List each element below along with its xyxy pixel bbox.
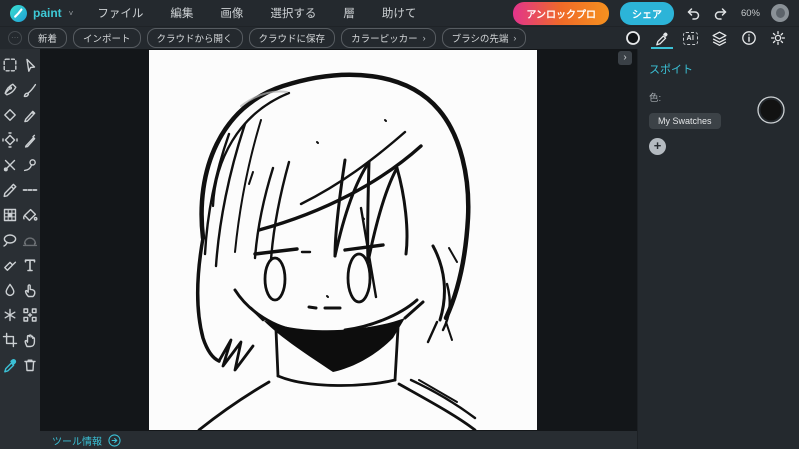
- current-color-swatch[interactable]: [756, 95, 786, 125]
- pill-label: クラウドに保存: [258, 34, 326, 45]
- menu-edit[interactable]: 編集: [170, 5, 193, 21]
- brush-tool[interactable]: [20, 80, 40, 100]
- app-title: paint: [33, 6, 62, 20]
- marquee-select-tool[interactable]: [0, 55, 20, 75]
- undo-icon[interactable]: [685, 5, 702, 22]
- menubar: ファイル 編集 画像 選択する 層 助けて: [97, 5, 416, 21]
- eraser-tool[interactable]: [0, 105, 20, 125]
- color-label: 色:: [649, 93, 662, 104]
- arrange-grid-tool[interactable]: [20, 305, 40, 325]
- quick-action-bar: ⋯ 新着 インポート クラウドから開く クラウドに保存 カラーピッカー › ブラシ…: [0, 27, 799, 49]
- ai-tools-icon[interactable]: AI: [683, 27, 698, 49]
- my-swatches-button[interactable]: My Swatches: [649, 113, 721, 129]
- info-icon[interactable]: [741, 27, 757, 49]
- redo-icon[interactable]: [713, 5, 730, 22]
- pill-label: インポート: [83, 34, 131, 45]
- import-button[interactable]: インポート: [73, 28, 141, 48]
- layers-icon[interactable]: [711, 27, 728, 49]
- eyedropper-panel: スポイト 色: My Swatches +: [637, 49, 799, 449]
- more-actions-icon[interactable]: ⋯: [8, 31, 22, 45]
- add-swatch-button[interactable]: +: [649, 138, 666, 155]
- panel-collapse-chevron-icon[interactable]: ›: [618, 51, 632, 65]
- hand-tool[interactable]: [20, 330, 40, 350]
- share-button[interactable]: シェア: [619, 1, 674, 25]
- user-avatar[interactable]: [771, 4, 789, 22]
- arrow-select-tool[interactable]: [20, 55, 40, 75]
- transform-select-tool[interactable]: [0, 130, 20, 150]
- save-to-cloud-button[interactable]: クラウドに保存: [248, 28, 336, 48]
- workspace: › ツール情報 スポイト 色: My Swatches +: [0, 49, 799, 449]
- color-picker-button[interactable]: カラーピッカー ›: [341, 28, 436, 48]
- top-menu-bar: paint ˅ ファイル 編集 画像 選択する 層 助けて アンロックプロ シェ…: [0, 0, 799, 27]
- menu-file[interactable]: ファイル: [97, 5, 143, 21]
- canvas-area[interactable]: › ツール情報: [40, 49, 637, 449]
- panel-icon-row: AI: [625, 27, 791, 49]
- sketch-artwork: [195, 72, 477, 432]
- dome-tool[interactable]: [20, 230, 40, 250]
- open-from-cloud-button[interactable]: クラウドから開く: [146, 28, 243, 48]
- panel-controls: 色: My Swatches +: [649, 90, 721, 155]
- tool-info-arrow-icon[interactable]: [108, 433, 121, 447]
- ai-label: AI: [683, 31, 698, 45]
- status-bar: ツール情報: [40, 431, 637, 449]
- current-color-icon[interactable]: [625, 27, 641, 49]
- settings-gear-icon[interactable]: [770, 27, 786, 49]
- cut-tool[interactable]: [0, 155, 20, 175]
- eraser-stick-tool[interactable]: [0, 255, 20, 275]
- chevron-right-icon: ›: [422, 33, 426, 43]
- pill-label: カラーピッカー: [351, 34, 418, 45]
- new-button[interactable]: 新着: [28, 28, 68, 48]
- pen-tool[interactable]: [0, 80, 20, 100]
- tool-info-label[interactable]: ツール情報: [52, 433, 102, 448]
- panel-title: スポイト: [649, 64, 693, 76]
- app-logo[interactable]: paint ˅: [10, 4, 74, 22]
- menu-layer[interactable]: 層: [343, 5, 355, 21]
- panel-content: 色: My Swatches +: [649, 90, 788, 155]
- pill-label: 新着: [38, 34, 58, 45]
- fill-bucket-tool[interactable]: [20, 205, 40, 225]
- header-actions: アンロックプロ シェア 60%: [513, 1, 789, 25]
- pill-label: ブラシの先端: [451, 34, 509, 45]
- avatar-glyph: [776, 8, 785, 18]
- trash-tool[interactable]: [20, 355, 40, 375]
- pencil-tool[interactable]: [20, 105, 40, 125]
- menu-image[interactable]: 画像: [220, 5, 243, 21]
- unlock-pro-button[interactable]: アンロックプロ: [513, 1, 609, 25]
- marker-tool[interactable]: [0, 180, 20, 200]
- blur-drop-tool[interactable]: [0, 280, 20, 300]
- eyedropper-panel-icon[interactable]: [651, 27, 673, 49]
- smudge-finger-tool[interactable]: [20, 280, 40, 300]
- canvas[interactable]: [149, 50, 537, 432]
- menu-select[interactable]: 選択する: [270, 5, 316, 21]
- paint-logo-icon: [10, 4, 27, 22]
- ink-dab-tool[interactable]: [20, 155, 40, 175]
- chevron-right-icon: ›: [513, 33, 517, 43]
- text-tool[interactable]: [20, 255, 40, 275]
- chevron-down-icon: ˅: [68, 8, 74, 18]
- zoom-level[interactable]: 60%: [741, 8, 760, 19]
- left-toolbar: [0, 49, 40, 449]
- brush-tip-button[interactable]: ブラシの先端 ›: [441, 28, 527, 48]
- dashed-line-tool[interactable]: [20, 180, 40, 200]
- ink-pen-tool[interactable]: [20, 130, 40, 150]
- pill-label: クラウドから開く: [156, 34, 233, 45]
- lasso-tool[interactable]: [0, 230, 20, 250]
- crop-tool[interactable]: [0, 330, 20, 350]
- pixelate-tool[interactable]: [0, 205, 20, 225]
- menu-help[interactable]: 助けて: [382, 5, 417, 21]
- color-picker-tool[interactable]: [0, 355, 20, 375]
- spray-frost-tool[interactable]: [0, 305, 20, 325]
